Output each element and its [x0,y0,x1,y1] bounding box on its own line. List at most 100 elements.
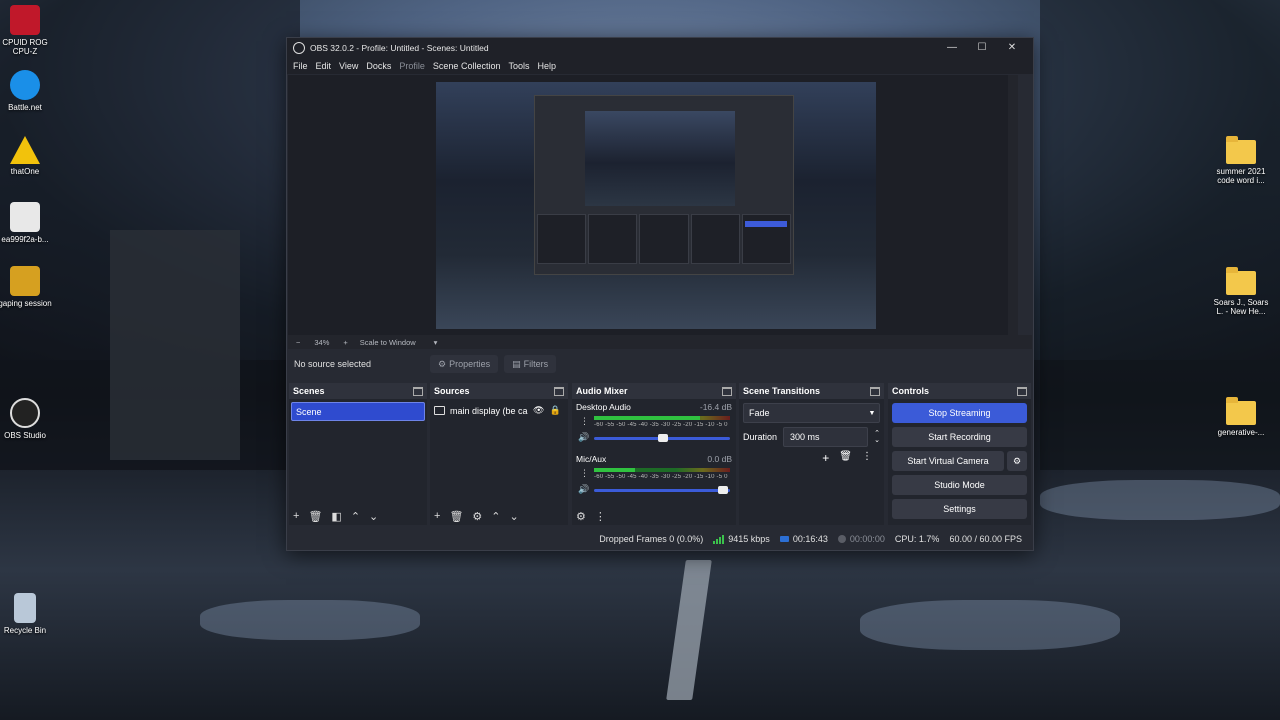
virtual-camera-settings-icon[interactable]: ⚙ [1007,451,1027,471]
title-bar[interactable]: OBS 32.0.2 - Profile: Untitled - Scenes:… [287,38,1033,57]
menu-file[interactable]: File [291,61,314,71]
shortcut-icon [10,266,40,296]
move-down-icon[interactable]: ⌄ [510,510,519,523]
speaker-icon[interactable]: 🔊 [578,484,589,495]
add-icon[interactable]: + [822,451,829,465]
scene-item[interactable]: Scene [291,402,425,421]
preview-nested-stop-button [745,221,787,227]
desktop-icon-label: ea999f2a-b... [1,235,49,244]
filter-icon: ▤ [512,358,521,369]
advanced-audio-icon[interactable]: ⚙ [576,510,586,523]
desktop-icon-label: Soars J., Soars L. - New He... [1213,298,1269,316]
undock-icon[interactable] [722,386,732,396]
desktop-folder-generative[interactable]: generative-... [1211,397,1271,437]
desktop-folder-soars[interactable]: Soars J., Soars L. - New He... [1211,267,1271,316]
desktop-icon-chrome-file[interactable]: ea999f2a-b... [0,202,55,244]
filters-label: Filters [523,359,549,369]
wallpaper-puddle [1040,480,1280,520]
stream-time: 00:16:43 [792,534,828,544]
scenes-toolbar: + 🗑 ◧ ⌃ ⌄ [289,507,427,525]
undock-icon[interactable] [413,386,423,396]
wallpaper-building [110,230,240,460]
meter-scale: -60 -55 -50 -45 -40 -35 -30 -25 -20 -15 … [594,474,728,480]
eye-icon[interactable]: 👁 [533,405,544,416]
properties-button[interactable]: ⚙ Properties [430,355,499,373]
desktop-icon-label: OBS Studio [4,431,46,440]
menu-tools[interactable]: Tools [506,61,535,71]
more-icon[interactable]: ⋮ [580,468,589,479]
channel-header: Desktop Audio -16.4 dB [576,399,732,412]
volume-knob[interactable] [718,486,728,494]
start-virtual-camera-button[interactable]: Start Virtual Camera [892,451,1004,471]
preview-canvas[interactable] [436,82,876,329]
move-up-icon[interactable]: ⌃ [491,510,500,523]
scenes-header: Scenes [289,383,427,399]
warning-icon [10,136,40,164]
scenes-dock: Scenes Scene + 🗑 ◧ ⌃ ⌄ [289,383,427,525]
chevron-down-icon[interactable]: ▾ [434,338,438,347]
studio-mode-button[interactable]: Studio Mode [892,475,1027,495]
more-icon[interactable]: ⋮ [862,451,872,465]
close-button[interactable]: ✕ [997,42,1027,53]
filters-button[interactable]: ▤ Filters [504,355,557,373]
audio-mixer-dock: Audio Mixer Desktop Audio -16.4 dB ⋮ -60… [572,383,736,525]
volume-knob[interactable] [658,434,668,442]
sources-toolbar: + 🗑 ⚙ ⌃ ⌄ [430,507,568,525]
source-item[interactable]: main display (be cai 👁 🔒 [434,402,564,419]
desktop-icon-recycle-bin[interactable]: Recycle Bin [0,593,55,635]
preview-nested-canvas [585,111,735,206]
menu-docks[interactable]: Docks [364,61,397,71]
source-label: main display (be cai [450,405,528,416]
obs-logo-icon [293,41,305,54]
preview-zoom-bar: − 34% + Scale to Window ▾ [288,335,1032,349]
scale-mode-select[interactable]: Scale to Window [360,338,416,347]
transition-toolbar: + 🗑 ⋮ [739,451,884,465]
gear-icon[interactable]: ⚙ [472,510,482,523]
desktop-icon-cpuz[interactable]: CPUID ROG CPU-Z [0,5,55,56]
menu-help[interactable]: Help [535,61,562,71]
zoom-out-button[interactable]: − [296,338,300,347]
trash-icon[interactable]: 🗑 [308,510,322,523]
desktop-icon-gaping-session[interactable]: gaping session [0,266,55,308]
move-down-icon[interactable]: ⌄ [369,510,378,523]
volume-slider[interactable] [594,486,730,494]
preview-scrollbar[interactable] [1008,75,1018,335]
undock-icon[interactable] [1017,386,1027,396]
desktop-icon-battlenet[interactable]: Battle.net [0,70,55,112]
more-icon[interactable]: ⋮ [595,510,606,523]
mixer-channel-mic: Mic/Aux 0.0 dB ⋮ -60 -55 -50 -45 -40 -35… [572,451,736,503]
desktop-icon-thatone[interactable]: thatOne [0,136,55,176]
start-recording-button[interactable]: Start Recording [892,427,1027,447]
volume-slider[interactable] [594,434,730,442]
channel-name: Mic/Aux [576,454,607,464]
menu-edit[interactable]: Edit [314,61,338,71]
duration-spinbox[interactable]: 300 ms [783,427,869,447]
source-status: No source selected [294,359,372,369]
lock-icon[interactable]: 🔒 [549,405,560,416]
settings-button[interactable]: Settings [892,499,1027,519]
stop-streaming-button[interactable]: Stop Streaming [892,403,1027,423]
desktop-folder-summer[interactable]: summer 2021 code word i... [1211,136,1271,185]
add-icon[interactable]: + [293,510,299,522]
menu-profile[interactable]: Profile [397,61,431,71]
menu-view[interactable]: View [337,61,364,71]
add-icon[interactable]: + [434,510,440,522]
move-up-icon[interactable]: ⌃ [351,510,360,523]
maximize-button[interactable]: ☐ [967,42,997,53]
minimize-button[interactable]: — [937,42,967,53]
undock-icon[interactable] [870,386,880,396]
undock-icon[interactable] [554,386,564,396]
menu-bar: File Edit View Docks Profile Scene Colle… [287,57,1033,74]
bitrate-indicator: 9415 kbps [713,534,770,544]
trash-icon[interactable]: 🗑 [839,451,852,465]
preview-area[interactable] [288,75,1018,335]
zoom-in-button[interactable]: + [343,338,347,347]
transition-select[interactable]: Fade ▼ [743,403,880,423]
speaker-icon[interactable]: 🔊 [578,432,589,443]
desktop-icon-obs[interactable]: OBS Studio [0,398,55,440]
trash-icon[interactable]: 🗑 [449,510,463,523]
filter-icon[interactable]: ◧ [331,510,341,523]
spinner-arrows-icon[interactable]: ⌃ ⌄ [874,430,880,444]
menu-scene-collection[interactable]: Scene Collection [431,61,507,71]
more-icon[interactable]: ⋮ [580,416,589,427]
